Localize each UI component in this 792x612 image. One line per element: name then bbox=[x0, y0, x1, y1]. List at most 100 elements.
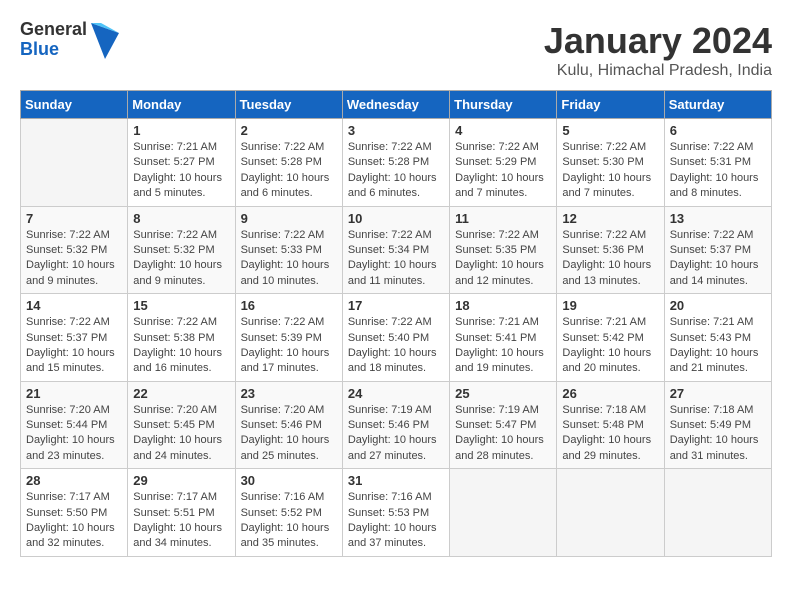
day-cell: 12Sunrise: 7:22 AM Sunset: 5:36 PM Dayli… bbox=[557, 206, 664, 294]
day-number: 1 bbox=[133, 123, 229, 138]
day-cell: 16 Sunrise: 7:22 AM Sunset: 5:39 PM Dayli… bbox=[235, 294, 342, 382]
day-cell: 18Sunrise: 7:21 AM Sunset: 5:41 PM Dayli… bbox=[450, 294, 557, 382]
day-info: Sunrise: 7:21 AM Sunset: 5:41 PM Dayligh… bbox=[455, 315, 551, 377]
day-cell: 13 Sunrise: 7:22 AM Sunset: 5:37 PM Dayli… bbox=[664, 206, 771, 294]
day-number: 3 bbox=[348, 123, 444, 138]
day-info: Sunrise: 7:22 AM Sunset: 5:37 PM Dayligh… bbox=[26, 315, 122, 377]
day-number: 23 bbox=[241, 386, 337, 401]
day-info: Sunrise: 7:22 AM Sunset: 5:39 PM Dayligh… bbox=[241, 315, 337, 377]
day-cell: 4 Sunrise: 7:22 AM Sunset: 5:29 PM Daylig… bbox=[450, 119, 557, 207]
day-info: Sunrise: 7:22 AM Sunset: 5:34 PM Dayligh… bbox=[348, 228, 444, 290]
day-number: 28 bbox=[26, 473, 122, 488]
day-cell: 21 Sunrise: 7:20 AM Sunset: 5:44 PM Dayli… bbox=[21, 381, 128, 469]
title-area: January 2024 Kulu, Himachal Pradesh, Ind… bbox=[544, 20, 772, 80]
day-number: 15 bbox=[133, 298, 229, 313]
day-cell: 5 Sunrise: 7:22 AM Sunset: 5:30 PM Daylig… bbox=[557, 119, 664, 207]
day-cell: 14 Sunrise: 7:22 AM Sunset: 5:37 PM Dayli… bbox=[21, 294, 128, 382]
day-cell: 30Sunrise: 7:16 AM Sunset: 5:52 PM Dayli… bbox=[235, 469, 342, 557]
day-cell: 15 Sunrise: 7:22 AM Sunset: 5:38 PM Dayli… bbox=[128, 294, 235, 382]
logo-general-text: General bbox=[20, 20, 87, 40]
day-cell: 9Sunrise: 7:22 AM Sunset: 5:33 PM Daylig… bbox=[235, 206, 342, 294]
day-cell: 3 Sunrise: 7:22 AM Sunset: 5:28 PM Daylig… bbox=[342, 119, 449, 207]
day-info: Sunrise: 7:21 AM Sunset: 5:27 PM Dayligh… bbox=[133, 140, 229, 202]
day-info: Sunrise: 7:22 AM Sunset: 5:31 PM Dayligh… bbox=[670, 140, 766, 202]
day-number: 9 bbox=[241, 211, 337, 226]
weekday-header-saturday: Saturday bbox=[664, 91, 771, 119]
day-info: Sunrise: 7:22 AM Sunset: 5:38 PM Dayligh… bbox=[133, 315, 229, 377]
day-cell: 26 Sunrise: 7:18 AM Sunset: 5:48 PM Dayli… bbox=[557, 381, 664, 469]
day-info: Sunrise: 7:22 AM Sunset: 5:29 PM Dayligh… bbox=[455, 140, 551, 202]
weekday-header-monday: Monday bbox=[128, 91, 235, 119]
day-info: Sunrise: 7:22 AM Sunset: 5:32 PM Dayligh… bbox=[26, 228, 122, 290]
day-number: 20 bbox=[670, 298, 766, 313]
day-info: Sunrise: 7:16 AM Sunset: 5:53 PM Dayligh… bbox=[348, 490, 444, 552]
day-info: Sunrise: 7:21 AM Sunset: 5:43 PM Dayligh… bbox=[670, 315, 766, 377]
day-cell: 10Sunrise: 7:22 AM Sunset: 5:34 PM Dayli… bbox=[342, 206, 449, 294]
day-number: 4 bbox=[455, 123, 551, 138]
day-info: Sunrise: 7:22 AM Sunset: 5:40 PM Dayligh… bbox=[348, 315, 444, 377]
day-cell: 8 Sunrise: 7:22 AM Sunset: 5:32 PM Daylig… bbox=[128, 206, 235, 294]
day-info: Sunrise: 7:17 AM Sunset: 5:50 PM Dayligh… bbox=[26, 490, 122, 552]
day-cell: 6 Sunrise: 7:22 AM Sunset: 5:31 PM Daylig… bbox=[664, 119, 771, 207]
week-row-1: 1 Sunrise: 7:21 AM Sunset: 5:27 PM Daylig… bbox=[21, 119, 772, 207]
day-info: Sunrise: 7:22 AM Sunset: 5:37 PM Dayligh… bbox=[670, 228, 766, 290]
calendar-table: SundayMondayTuesdayWednesdayThursdayFrid… bbox=[20, 90, 772, 557]
day-info: Sunrise: 7:22 AM Sunset: 5:28 PM Dayligh… bbox=[241, 140, 337, 202]
week-row-5: 28 Sunrise: 7:17 AM Sunset: 5:50 PM Dayli… bbox=[21, 469, 772, 557]
day-info: Sunrise: 7:22 AM Sunset: 5:35 PM Dayligh… bbox=[455, 228, 551, 290]
weekday-header-thursday: Thursday bbox=[450, 91, 557, 119]
day-cell: 24 Sunrise: 7:19 AM Sunset: 5:46 PM Dayli… bbox=[342, 381, 449, 469]
week-row-4: 21 Sunrise: 7:20 AM Sunset: 5:44 PM Dayli… bbox=[21, 381, 772, 469]
day-cell: 22Sunrise: 7:20 AM Sunset: 5:45 PM Dayli… bbox=[128, 381, 235, 469]
logo-blue-text: Blue bbox=[20, 40, 87, 60]
day-number: 2 bbox=[241, 123, 337, 138]
day-number: 16 bbox=[241, 298, 337, 313]
day-info: Sunrise: 7:20 AM Sunset: 5:44 PM Dayligh… bbox=[26, 403, 122, 465]
day-info: Sunrise: 7:22 AM Sunset: 5:28 PM Dayligh… bbox=[348, 140, 444, 202]
weekday-header-friday: Friday bbox=[557, 91, 664, 119]
day-number: 17 bbox=[348, 298, 444, 313]
day-number: 11 bbox=[455, 211, 551, 226]
day-info: Sunrise: 7:20 AM Sunset: 5:46 PM Dayligh… bbox=[241, 403, 337, 465]
day-number: 24 bbox=[348, 386, 444, 401]
day-cell bbox=[21, 119, 128, 207]
day-info: Sunrise: 7:22 AM Sunset: 5:30 PM Dayligh… bbox=[562, 140, 658, 202]
day-info: Sunrise: 7:18 AM Sunset: 5:49 PM Dayligh… bbox=[670, 403, 766, 465]
day-number: 21 bbox=[26, 386, 122, 401]
day-number: 5 bbox=[562, 123, 658, 138]
day-cell: 31Sunrise: 7:16 AM Sunset: 5:53 PM Dayli… bbox=[342, 469, 449, 557]
day-number: 19 bbox=[562, 298, 658, 313]
day-cell bbox=[664, 469, 771, 557]
day-info: Sunrise: 7:19 AM Sunset: 5:46 PM Dayligh… bbox=[348, 403, 444, 465]
day-cell: 1 Sunrise: 7:21 AM Sunset: 5:27 PM Daylig… bbox=[128, 119, 235, 207]
day-info: Sunrise: 7:16 AM Sunset: 5:52 PM Dayligh… bbox=[241, 490, 337, 552]
day-cell: 28 Sunrise: 7:17 AM Sunset: 5:50 PM Dayli… bbox=[21, 469, 128, 557]
day-info: Sunrise: 7:18 AM Sunset: 5:48 PM Dayligh… bbox=[562, 403, 658, 465]
day-number: 22 bbox=[133, 386, 229, 401]
day-number: 13 bbox=[670, 211, 766, 226]
location-title: Kulu, Himachal Pradesh, India bbox=[544, 62, 772, 80]
day-number: 8 bbox=[133, 211, 229, 226]
day-cell: 20 Sunrise: 7:21 AM Sunset: 5:43 PM Dayli… bbox=[664, 294, 771, 382]
logo: General Blue bbox=[20, 20, 119, 60]
day-cell: 27 Sunrise: 7:18 AM Sunset: 5:49 PM Dayli… bbox=[664, 381, 771, 469]
day-number: 14 bbox=[26, 298, 122, 313]
day-number: 25 bbox=[455, 386, 551, 401]
day-number: 26 bbox=[562, 386, 658, 401]
month-title: January 2024 bbox=[544, 20, 772, 62]
day-number: 29 bbox=[133, 473, 229, 488]
weekday-header-tuesday: Tuesday bbox=[235, 91, 342, 119]
page-header: General Blue January 2024 Kulu, Himachal… bbox=[20, 20, 772, 80]
day-cell: 29Sunrise: 7:17 AM Sunset: 5:51 PM Dayli… bbox=[128, 469, 235, 557]
weekday-header-wednesday: Wednesday bbox=[342, 91, 449, 119]
day-number: 6 bbox=[670, 123, 766, 138]
weekday-header-sunday: Sunday bbox=[21, 91, 128, 119]
day-info: Sunrise: 7:19 AM Sunset: 5:47 PM Dayligh… bbox=[455, 403, 551, 465]
day-info: Sunrise: 7:22 AM Sunset: 5:36 PM Dayligh… bbox=[562, 228, 658, 290]
day-cell: 7 Sunrise: 7:22 AM Sunset: 5:32 PM Daylig… bbox=[21, 206, 128, 294]
day-info: Sunrise: 7:22 AM Sunset: 5:32 PM Dayligh… bbox=[133, 228, 229, 290]
week-row-3: 14 Sunrise: 7:22 AM Sunset: 5:37 PM Dayli… bbox=[21, 294, 772, 382]
day-number: 7 bbox=[26, 211, 122, 226]
day-number: 27 bbox=[670, 386, 766, 401]
day-info: Sunrise: 7:21 AM Sunset: 5:42 PM Dayligh… bbox=[562, 315, 658, 377]
